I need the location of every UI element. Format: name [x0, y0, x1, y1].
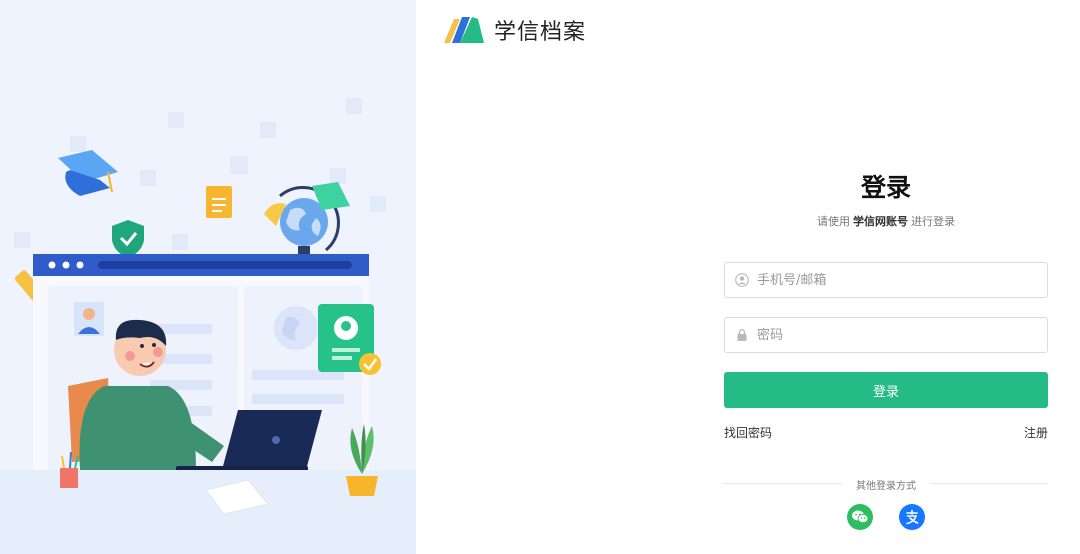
forgot-password-link[interactable]: 找回密码: [724, 424, 772, 441]
wechat-login-button[interactable]: [847, 504, 873, 530]
document-icon: [206, 186, 232, 218]
avatar-card-icon: [74, 302, 104, 336]
lock-icon: [737, 329, 747, 341]
id-card-check-icon: [318, 304, 381, 375]
brand-logo: 学信档案: [442, 14, 586, 46]
hero-illustration: [0, 0, 416, 554]
shield-check-icon: [112, 220, 144, 258]
login-subtitle: 请使用 学信网账号 进行登录: [724, 213, 1048, 229]
wechat-icon: [852, 510, 869, 524]
other-login-label: 其他登录方式: [856, 481, 916, 492]
alipay-login-button[interactable]: [899, 504, 925, 530]
username-field[interactable]: [724, 262, 1048, 298]
login-button[interactable]: 登录: [724, 372, 1048, 408]
books-logo-icon: [444, 17, 484, 43]
user-icon: [735, 273, 749, 287]
office-illustration: [0, 98, 416, 554]
brand-name: 学信档案: [494, 20, 587, 45]
login-title: 登录: [860, 173, 911, 202]
username-input[interactable]: [757, 272, 1027, 288]
graduation-cap-icon: [58, 150, 118, 196]
globe-icon: [264, 182, 350, 254]
subtitle-suffix: 进行登录: [911, 215, 955, 228]
subtitle-prefix: 请使用: [817, 215, 850, 228]
alipay-icon: [906, 509, 919, 525]
password-input[interactable]: [757, 327, 1027, 343]
subtitle-account: 学信网账号: [853, 215, 908, 228]
register-link[interactable]: 注册: [1024, 424, 1048, 441]
password-field[interactable]: [724, 317, 1048, 353]
